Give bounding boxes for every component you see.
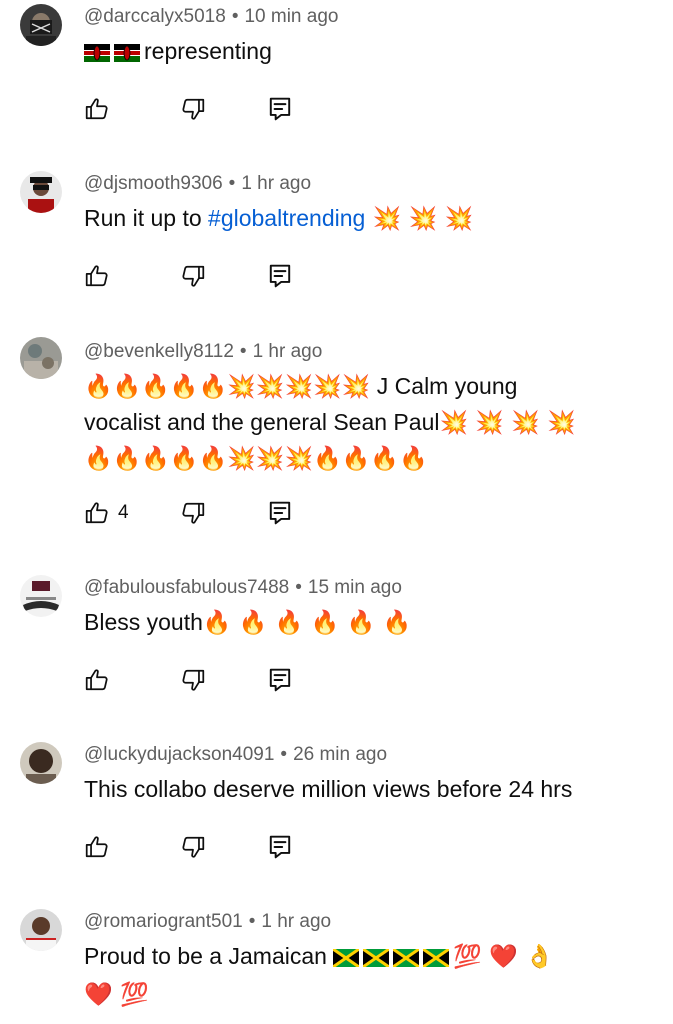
thumbs-up-icon (85, 502, 108, 524)
timestamp: 10 min ago (244, 6, 339, 27)
avatar[interactable] (20, 337, 62, 379)
kenya-flag-icon (84, 37, 110, 72)
comment-body: Proud to be a Jamaican (84, 943, 327, 969)
timestamp: 26 min ago (293, 744, 388, 765)
comment-body: vocalist and the general Sean Paul (84, 409, 440, 435)
thumbs-up-icon (85, 265, 108, 287)
comment-meta: @darccalyx5018 • 10 min ago (84, 5, 338, 29)
comment-text: Proud to be a Jamaican 💯 ❤️ 👌 ❤️ 💯 (84, 939, 644, 1013)
separator: • (295, 577, 302, 598)
separator: • (280, 744, 288, 765)
like-button[interactable] (84, 95, 110, 123)
timestamp: 1 hr ago (252, 341, 323, 362)
comment-actions (84, 262, 344, 290)
author-name[interactable]: @bevenkelly8112 (84, 341, 234, 362)
comment-body: Bless youth (84, 609, 203, 635)
jamaica-flag-icon (422, 942, 451, 977)
timestamp: 1 hr ago (241, 173, 312, 194)
reply-button[interactable] (268, 499, 292, 527)
author-name[interactable]: @darccalyx5018 (84, 6, 226, 27)
avatar[interactable] (20, 742, 62, 784)
comment-meta: @fabulousfabulous7488 • 15 min ago (84, 576, 402, 600)
like-button[interactable] (84, 262, 110, 290)
avatar[interactable] (20, 4, 62, 46)
comment-meta: @djsmooth9306 • 1 hr ago (84, 172, 311, 196)
thumbs-up-icon (85, 836, 108, 858)
avatar[interactable] (20, 909, 62, 951)
reply-comment-icon (269, 97, 291, 121)
timestamp: 15 min ago (307, 577, 402, 598)
like-button[interactable] (84, 833, 110, 861)
avatar[interactable] (20, 575, 62, 617)
jamaica-flag-icon (392, 942, 421, 977)
comment-actions: 4 (84, 499, 344, 527)
avatar[interactable] (20, 171, 62, 213)
author-name[interactable]: @luckydujackson4091 (84, 744, 274, 765)
fire-emoji: 🔥🔥🔥🔥🔥💥💥💥💥💥 (84, 374, 371, 400)
thumbs-up-icon (85, 669, 108, 691)
dislike-button[interactable] (180, 666, 206, 694)
comment-actions (84, 95, 344, 123)
jamaica-flag-icon (332, 942, 361, 977)
comment-actions (84, 666, 344, 694)
collision-emoji: 💥 💥 💥 (365, 206, 474, 232)
reply-comment-icon (269, 501, 291, 525)
like-count: 4 (118, 502, 129, 523)
hashtag-link[interactable]: #globaltrending (208, 205, 365, 231)
separator: • (228, 173, 236, 194)
separator: • (239, 341, 247, 362)
thumbs-down-icon (182, 265, 205, 287)
comment-text: Bless youth🔥 🔥 🔥 🔥 🔥 🔥 (84, 605, 644, 641)
jamaica-flag-icon (362, 942, 391, 977)
reply-button[interactable] (268, 95, 292, 123)
dislike-button[interactable] (180, 499, 206, 527)
thumbs-up-icon (85, 98, 108, 120)
kenya-flag-icon (114, 37, 140, 72)
thumbs-down-icon (182, 502, 205, 524)
comment-body: This collabo deserve million views befor… (84, 776, 573, 802)
reply-button[interactable] (268, 262, 292, 290)
like-button[interactable]: 4 (84, 499, 129, 527)
comment-meta: @luckydujackson4091 • 26 min ago (84, 743, 387, 767)
comment-text: This collabo deserve million views befor… (84, 772, 644, 807)
dislike-button[interactable] (180, 262, 206, 290)
author-name[interactable]: @fabulousfabulous7488 (84, 577, 289, 598)
comment-body: J Calm young (376, 373, 518, 399)
reply-comment-icon (269, 835, 291, 859)
comment-body: representing (144, 38, 272, 64)
dislike-button[interactable] (180, 833, 206, 861)
thumbs-down-icon (182, 836, 205, 858)
separator: • (231, 6, 239, 27)
separator: • (248, 911, 256, 932)
comment-text: 🔥🔥🔥🔥🔥💥💥💥💥💥 J Calm young vocalist and the… (84, 369, 644, 477)
comment-text: representing (84, 34, 644, 72)
fire-emoji: 🔥🔥🔥🔥🔥💥💥💥🔥🔥🔥🔥 (84, 446, 428, 472)
heart-emoji: ❤️ 💯 (84, 982, 149, 1008)
comment-body: Run it up to (84, 205, 209, 231)
author-name[interactable]: @romariogrant501 (84, 911, 243, 932)
reply-comment-icon (269, 264, 291, 288)
reply-button[interactable] (268, 833, 292, 861)
comment-meta: @romariogrant501 • 1 hr ago (84, 910, 331, 934)
reply-comment-icon (269, 668, 291, 692)
like-button[interactable] (84, 666, 110, 694)
collision-emoji: 💥 💥 💥 💥 (439, 410, 576, 436)
fire-emoji: 🔥 🔥 🔥 🔥 🔥 🔥 (202, 610, 412, 636)
hundred-points-emoji: 💯 ❤️ 👌 (453, 944, 554, 970)
thumbs-down-icon (182, 669, 205, 691)
comment-actions (84, 833, 344, 861)
timestamp: 1 hr ago (261, 911, 332, 932)
dislike-button[interactable] (180, 95, 206, 123)
author-name[interactable]: @djsmooth9306 (84, 173, 223, 194)
reply-button[interactable] (268, 666, 292, 694)
thumbs-down-icon (182, 98, 205, 120)
comment-meta: @bevenkelly8112 • 1 hr ago (84, 340, 322, 364)
comment-text: Run it up to #globaltrending 💥 💥 💥 (84, 201, 644, 237)
